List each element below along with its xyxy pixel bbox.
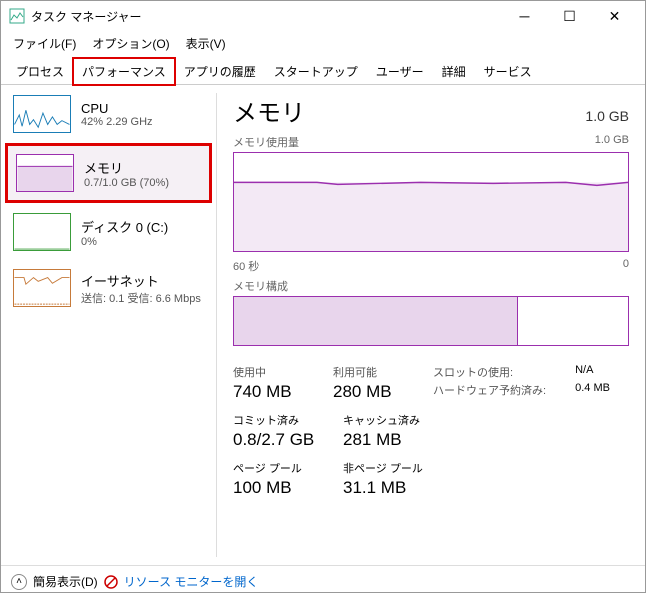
nonpagedpool-value: 31.1 MB [343,478,443,498]
chevron-up-icon[interactable]: ˄ [11,574,27,590]
menu-options[interactable]: オプション(O) [84,33,177,54]
sidebar-cpu-sub: 42% 2.29 GHz [81,116,153,128]
pagedpool-value: 100 MB [233,478,333,498]
main-panel: メモリ 1.0 GB メモリ使用量 1.0 GB 60 秒 0 メモリ構成 使用… [217,85,645,565]
tab-app-history[interactable]: アプリの履歴 [175,58,265,84]
disk-thumb-icon [13,213,71,251]
sidebar-item-ethernet[interactable]: イーサネット送信: 0.1 受信: 6.6 Mbps [5,261,212,315]
available-label: 利用可能 [333,364,423,380]
menu-view[interactable]: 表示(V) [178,33,234,54]
maximize-button[interactable]: ☐ [547,1,592,31]
memory-usage-graph [233,152,629,252]
open-resource-monitor-link[interactable]: リソース モニターを開く [124,573,259,590]
sidebar-net-sub: 送信: 0.1 受信: 6.6 Mbps [81,290,201,306]
available-value: 280 MB [333,382,423,402]
sidebar-memory-label: メモリ [84,158,169,177]
cached-value: 281 MB [343,430,443,450]
usage-graph-max: 1.0 GB [595,134,629,150]
sidebar-item-cpu[interactable]: CPU42% 2.29 GHz [5,87,212,141]
sidebar-net-label: イーサネット [81,271,201,290]
memory-total: 1.0 GB [585,108,629,124]
hwreserved-value: 0.4 MB [575,382,629,402]
axis-right: 0 [623,258,629,274]
sidebar-item-disk[interactable]: ディスク 0 (C:)0% [5,205,212,259]
composition-label: メモリ構成 [233,278,288,294]
memory-composition-graph [233,296,629,346]
window-title: タスク マネージャー [31,8,502,25]
tab-users[interactable]: ユーザー [367,58,433,84]
slots-value: N/A [575,364,629,380]
resource-monitor-icon [104,575,118,589]
sidebar-cpu-label: CPU [81,101,153,116]
tab-details[interactable]: 詳細 [433,58,475,84]
cached-label: キャッシュ済み [343,412,443,428]
tab-processes[interactable]: プロセス [7,58,73,84]
tab-bar: プロセス パフォーマンス アプリの履歴 スタートアップ ユーザー 詳細 サービス [1,58,645,85]
committed-value: 0.8/2.7 GB [233,430,333,450]
hwreserved-label: ハードウェア予約済み: [433,382,565,402]
nonpagedpool-label: 非ページ プール [343,460,443,476]
menubar: ファイル(F) オプション(O) 表示(V) [1,31,645,56]
page-title: メモリ [233,93,305,128]
ethernet-thumb-icon [13,269,71,307]
tab-services[interactable]: サービス [475,58,541,84]
sidebar-item-memory[interactable]: メモリ0.7/1.0 GB (70%) [5,143,212,203]
inuse-value: 740 MB [233,382,323,402]
tab-startup[interactable]: スタートアップ [265,58,367,84]
sidebar-memory-sub: 0.7/1.0 GB (70%) [84,177,169,189]
memory-thumb-icon [16,154,74,192]
sidebar: CPU42% 2.29 GHz メモリ0.7/1.0 GB (70%) ディスク… [1,85,216,565]
usage-graph-label: メモリ使用量 [233,134,299,150]
inuse-label: 使用中 [233,364,323,380]
slots-label: スロットの使用: [433,364,565,380]
close-button[interactable]: ✕ [592,1,637,31]
axis-left: 60 秒 [233,258,259,274]
composition-inuse-bar [234,297,518,345]
sidebar-disk-sub: 0% [81,236,168,248]
app-icon [9,8,25,24]
sidebar-disk-label: ディスク 0 (C:) [81,217,168,236]
tab-performance[interactable]: パフォーマンス [73,58,175,85]
titlebar: タスク マネージャー ─ ☐ ✕ [1,1,645,31]
footer: ˄ 簡易表示(D) リソース モニターを開く [1,565,645,597]
cpu-thumb-icon [13,95,71,133]
pagedpool-label: ページ プール [233,460,333,476]
committed-label: コミット済み [233,412,333,428]
menu-file[interactable]: ファイル(F) [5,33,84,54]
minimize-button[interactable]: ─ [502,1,547,31]
fewer-details-button[interactable]: 簡易表示(D) [33,573,98,590]
